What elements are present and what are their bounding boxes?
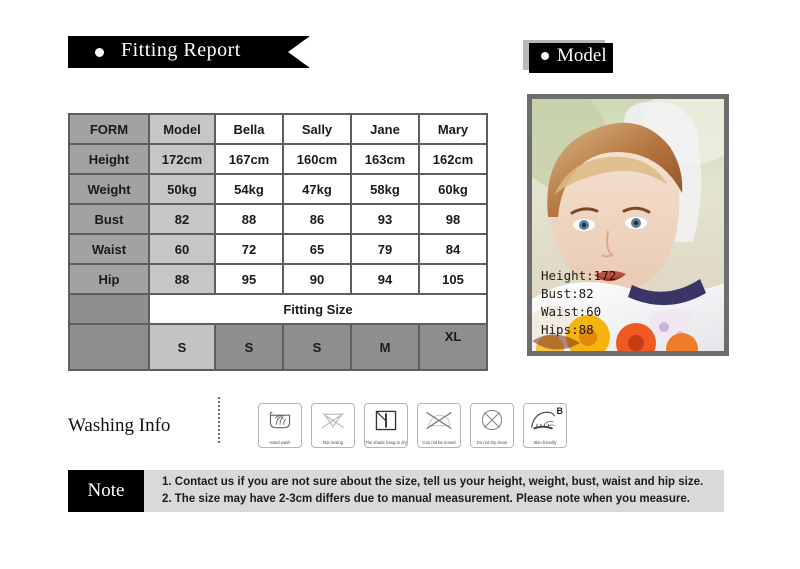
size-model: S (148, 323, 216, 371)
not-rinsing-icon: Not rinsing (311, 403, 355, 448)
model-photo-frame: Height:172 Bust:82 Waist:60 Hips:88 (527, 94, 729, 356)
table-header-form: FORM (68, 113, 150, 145)
cell-waist-bella: 72 (214, 233, 284, 265)
cell-weight-bella: 54kg (214, 173, 284, 205)
not-rinsing-glyph (322, 412, 344, 429)
no-dry-clean-glyph (481, 409, 503, 431)
note-line-1: 1. Contact us if you are not sure about … (162, 476, 704, 488)
fitting-size-values-row: S S S M XL (68, 323, 488, 371)
cell-hip-bella: 95 (214, 263, 284, 295)
cell-bust-bella: 88 (214, 203, 284, 235)
table-header-row: FORM Model Bella Sally Jane Mary (68, 113, 488, 145)
overlay-height: Height:172 (541, 268, 617, 283)
fitting-size-label: Fitting Size (148, 293, 488, 325)
fitting-size-table: FORM Model Bella Sally Jane Mary Height … (68, 113, 488, 371)
table-header-bella: Bella (214, 113, 284, 145)
care-label: The shade hang to dry (365, 440, 407, 445)
bullet-dot-icon (95, 48, 104, 57)
row-label-weight: Weight (68, 173, 150, 205)
table-row: Weight 50kg 54kg 47kg 58kg 60kg (68, 173, 488, 205)
size-mary: XL (418, 323, 488, 371)
overlay-bust: Bust:82 (541, 286, 594, 301)
care-label: Can not be ironed (422, 440, 456, 445)
model-badge-group: Model (523, 40, 619, 73)
cell-waist-model: 60 (148, 233, 216, 265)
cell-waist-jane: 79 (350, 233, 420, 265)
care-label: Skin-friendly (533, 440, 557, 445)
cell-height-mary: 162cm (418, 143, 488, 175)
dotted-divider (218, 397, 220, 445)
note-badge: Note (68, 470, 144, 512)
cell-height-bella: 167cm (214, 143, 284, 175)
no-iron-glyph (426, 411, 452, 430)
shade-hang-dry-glyph (375, 410, 397, 431)
model-badge-title: Model (557, 45, 607, 66)
cell-height-jane: 163cm (350, 143, 420, 175)
row-label-hip: Hip (68, 263, 150, 295)
shade-hang-dry-icon: The shade hang to dry (364, 403, 408, 448)
table-header-jane: Jane (350, 113, 420, 145)
cell-weight-jane: 58kg (350, 173, 420, 205)
cell-weight-sally: 47kg (282, 173, 352, 205)
table-row: Hip 88 95 90 94 105 (68, 263, 488, 295)
cell-bust-jane: 93 (350, 203, 420, 235)
note-body: 1. Contact us if you are not sure about … (144, 470, 724, 512)
care-label: Not rinsing (322, 440, 343, 445)
banner-notch-decoration (288, 36, 310, 68)
overlay-waist: Waist:60 (541, 304, 602, 319)
model-badge: Model (529, 43, 613, 73)
bullet-dot-icon (541, 52, 549, 60)
cell-waist-sally: 65 (282, 233, 352, 265)
cell-bust-sally: 86 (282, 203, 352, 235)
size-sally: S (282, 323, 352, 371)
model-measurements-overlay: Height:172 Bust:82 Waist:60 Hips:88 (541, 267, 616, 339)
table-row: Bust 82 88 86 93 98 (68, 203, 488, 235)
skin-friendly-icon: B Skin-friendly (523, 403, 567, 448)
skin-friendly-glyph (531, 411, 556, 430)
cell-height-model: 172cm (148, 143, 216, 175)
care-label: Hand wash (269, 440, 291, 445)
cell-bust-model: 82 (148, 203, 216, 235)
size-jane: M (350, 323, 420, 371)
row-label-height: Height (68, 143, 150, 175)
cell-hip-mary: 105 (418, 263, 488, 295)
care-label: Do not dry clean (476, 440, 508, 445)
table-row: Waist 60 72 65 79 84 (68, 233, 488, 265)
cell-height-sally: 160cm (282, 143, 352, 175)
hand-wash-glyph (269, 411, 291, 429)
row-label-bust: Bust (68, 203, 150, 235)
size-bella: S (214, 323, 284, 371)
overlay-hips: Hips:88 (541, 322, 594, 337)
fitting-size-header-row: Fitting Size (68, 293, 488, 325)
blank-cell (68, 293, 150, 325)
cell-weight-model: 50kg (148, 173, 216, 205)
care-instruction-icons: Hand wash Not rinsing The shade hang to … (258, 403, 567, 448)
cell-bust-mary: 98 (418, 203, 488, 235)
table-row: Height 172cm 167cm 160cm 163cm 162cm (68, 143, 488, 175)
table-header-mary: Mary (418, 113, 488, 145)
table-header-sally: Sally (282, 113, 352, 145)
fitting-report-banner: Fitting Report (68, 36, 310, 68)
fitting-report-title: Fitting Report (121, 39, 241, 61)
row-label-waist: Waist (68, 233, 150, 265)
washing-info-heading: Washing Info (68, 415, 171, 436)
cell-hip-jane: 94 (350, 263, 420, 295)
blank-cell (68, 323, 150, 371)
hand-wash-icon: Hand wash (258, 403, 302, 448)
cell-weight-mary: 60kg (418, 173, 488, 205)
note-line-2: 2. The size may have 2-3cm differs due t… (162, 493, 690, 505)
no-dry-clean-icon: Do not dry clean (470, 403, 514, 448)
cell-waist-mary: 84 (418, 233, 488, 265)
table-header-model: Model (148, 113, 216, 145)
cell-hip-sally: 90 (282, 263, 352, 295)
no-iron-icon: Can not be ironed (417, 403, 461, 448)
cell-hip-model: 88 (148, 263, 216, 295)
